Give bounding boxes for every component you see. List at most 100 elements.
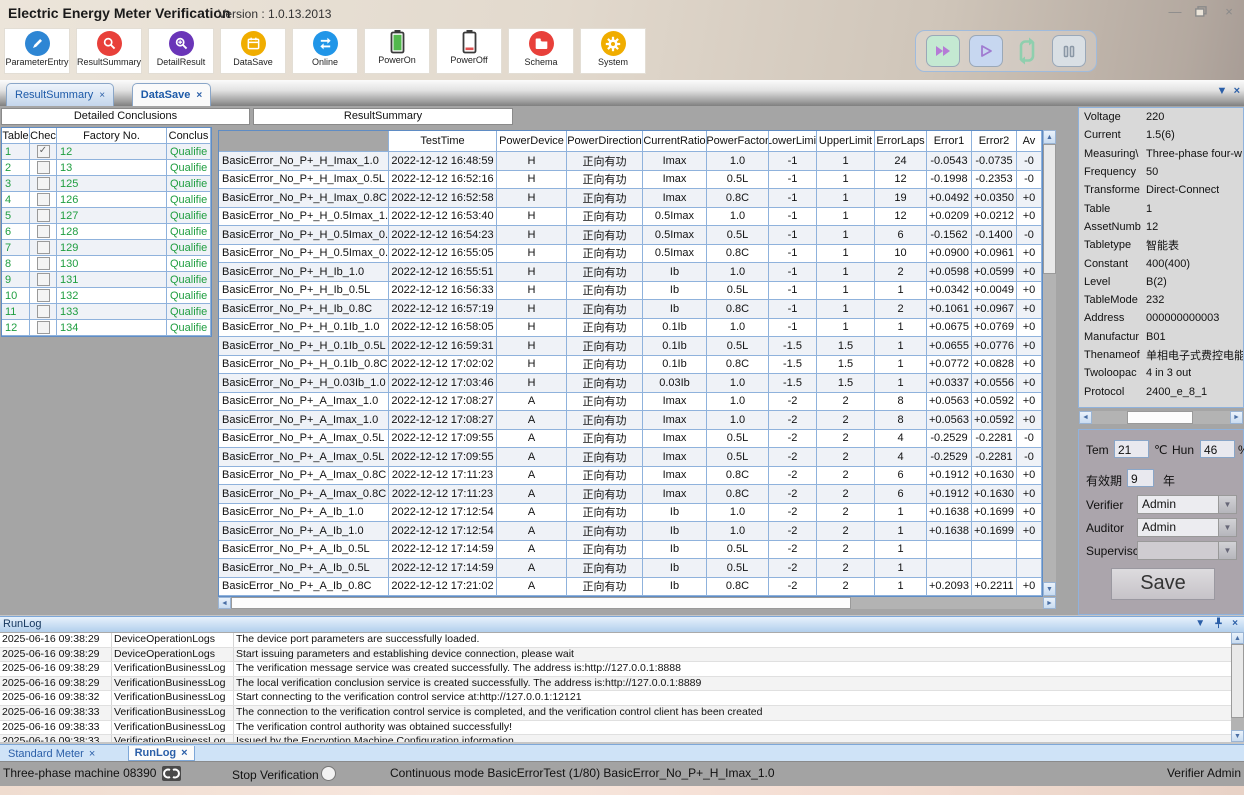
log-row[interactable]: 2025-06-16 09:38:33VerificationBusinessL… — [0, 706, 1231, 721]
log-row[interactable]: 2025-06-16 09:38:33VerificationBusinessL… — [0, 721, 1231, 736]
conclusion-row[interactable]: 6128Qualifie — [2, 224, 211, 240]
column-header[interactable]: LowerLimit — [769, 131, 817, 152]
result-row[interactable]: BasicError_No_P+_A_Imax_0.8C2022-12-12 1… — [219, 467, 1042, 486]
verifier-dropdown[interactable]: Admin ▼ — [1137, 495, 1237, 514]
toolbar-detailresult-button[interactable]: DetailResult — [148, 28, 214, 74]
result-row[interactable]: BasicError_No_P+_H_Imax_0.5L2022-12-12 1… — [219, 171, 1042, 190]
column-header[interactable]: Table — [2, 128, 30, 144]
properties-hscrollbar[interactable]: ◄ ► — [1079, 411, 1243, 424]
column-header[interactable] — [219, 131, 389, 152]
auditor-dropdown[interactable]: Admin ▼ — [1137, 518, 1237, 537]
result-row[interactable]: BasicError_No_P+_A_Ib_0.5L2022-12-12 17:… — [219, 541, 1042, 560]
result-row[interactable]: BasicError_No_P+_A_Imax_0.5L2022-12-12 1… — [219, 430, 1042, 449]
chevron-down-icon[interactable]: ▼ — [1218, 542, 1236, 559]
tab-close-icon[interactable]: × — [89, 748, 95, 760]
conclusion-row[interactable]: 5127Qualifie — [2, 208, 211, 224]
toolbar-poweroff-button[interactable]: PowerOff — [436, 28, 502, 74]
row-checkbox[interactable] — [37, 289, 50, 302]
result-row[interactable]: BasicError_No_P+_H_Ib_0.8C2022-12-12 16:… — [219, 300, 1042, 319]
scroll-down-icon[interactable]: ▼ — [1231, 730, 1244, 742]
result-row[interactable]: BasicError_No_P+_H_0.1Ib_0.5L2022-12-12 … — [219, 337, 1042, 356]
conclusion-row[interactable]: 7129Qualifie — [2, 240, 211, 256]
row-checkbox[interactable] — [37, 305, 50, 318]
maximize-icon[interactable] — [1190, 4, 1212, 20]
result-row[interactable]: BasicError_No_P+_H_0.5Imax_1.02022-12-12… — [219, 208, 1042, 227]
pause-button[interactable] — [1052, 35, 1086, 67]
conclusion-row[interactable]: 3125Qualifie — [2, 176, 211, 192]
tab-close-icon[interactable]: × — [99, 90, 105, 101]
scroll-up-icon[interactable]: ▲ — [1231, 632, 1244, 644]
row-checkbox[interactable] — [37, 177, 50, 190]
column-header[interactable]: PowerDevice — [497, 131, 567, 152]
scroll-left-icon[interactable]: ◄ — [1079, 411, 1092, 424]
column-header[interactable]: Factory No. — [57, 128, 167, 144]
row-checkbox[interactable]: ✓ — [37, 145, 50, 158]
result-row[interactable]: BasicError_No_P+_H_0.5Imax_0.8C2022-12-1… — [219, 245, 1042, 264]
column-header[interactable]: Error1 — [927, 131, 972, 152]
scroll-left-icon[interactable]: ◄ — [218, 597, 231, 609]
supervisor-dropdown[interactable]: ▼ — [1137, 541, 1237, 560]
result-row[interactable]: BasicError_No_P+_H_0.1Ib_1.02022-12-12 1… — [219, 319, 1042, 338]
result-row[interactable]: BasicError_No_P+_H_0.5Imax_0.5L2022-12-1… — [219, 226, 1042, 245]
conclusion-row[interactable]: 8130Qualifie — [2, 256, 211, 272]
column-header[interactable]: UpperLimit — [817, 131, 875, 152]
column-header[interactable]: Conclus — [167, 128, 211, 144]
log-row[interactable]: 2025-06-16 09:38:29DeviceOperationLogsTh… — [0, 633, 1231, 648]
toolbar-datasave-button[interactable]: DataSave — [220, 28, 286, 74]
conclusion-row[interactable]: 1✓12Qualifie — [2, 144, 211, 160]
row-checkbox[interactable] — [37, 241, 50, 254]
validity-input[interactable]: 9 — [1127, 469, 1154, 487]
column-header[interactable]: PowerDirection — [567, 131, 643, 152]
result-row[interactable]: BasicError_No_P+_H_Ib_0.5L2022-12-12 16:… — [219, 282, 1042, 301]
column-header[interactable]: TestTime — [389, 131, 497, 152]
vscroll-thumb[interactable] — [1231, 644, 1244, 718]
tab-close-icon[interactable]: × — [1234, 85, 1240, 97]
conclusion-row[interactable]: 11133Qualifie — [2, 304, 211, 320]
bottom-tab-standard-meter[interactable]: Standard Meter× — [2, 746, 101, 761]
column-header[interactable]: PowerFactor — [707, 131, 769, 152]
hscroll-thumb[interactable] — [1127, 411, 1193, 424]
save-button[interactable]: Save — [1111, 568, 1215, 600]
result-row[interactable]: BasicError_No_P+_H_Imax_1.02022-12-12 16… — [219, 152, 1042, 171]
chevron-down-icon[interactable]: ▼ — [1218, 496, 1236, 513]
row-checkbox[interactable] — [37, 225, 50, 238]
column-header[interactable]: Av — [1017, 131, 1042, 152]
result-row[interactable]: BasicError_No_P+_A_Imax_1.02022-12-12 17… — [219, 411, 1042, 430]
result-row[interactable]: BasicError_No_P+_A_Ib_0.5L2022-12-12 17:… — [219, 559, 1042, 578]
result-row[interactable]: BasicError_No_P+_H_Imax_0.8C2022-12-12 1… — [219, 189, 1042, 208]
tab-close-icon[interactable]: × — [196, 90, 202, 101]
column-header[interactable]: Error2 — [972, 131, 1017, 152]
main-table-vscrollbar[interactable]: ▲ ▼ — [1043, 130, 1056, 596]
runlog-vscrollbar[interactable]: ▲ ▼ — [1231, 632, 1244, 742]
log-row[interactable]: 2025-06-16 09:38:32VerificationBusinessL… — [0, 691, 1231, 706]
column-header[interactable]: Chec — [30, 128, 57, 144]
tab-list-chevron-down-icon[interactable]: ▼ — [1217, 85, 1228, 97]
log-row[interactable]: 2025-06-16 09:38:33VerificationBusinessL… — [0, 735, 1231, 742]
row-checkbox[interactable] — [37, 273, 50, 286]
play-button[interactable] — [969, 35, 1003, 67]
result-row[interactable]: BasicError_No_P+_H_0.1Ib_0.8C2022-12-12 … — [219, 356, 1042, 375]
result-row[interactable]: BasicError_No_P+_H_Ib_1.02022-12-12 16:5… — [219, 263, 1042, 282]
bottom-tab-runlog[interactable]: RunLog× — [128, 746, 195, 761]
scroll-right-icon[interactable]: ► — [1230, 411, 1243, 424]
result-row[interactable]: BasicError_No_P+_A_Imax_1.02022-12-12 17… — [219, 393, 1042, 412]
toolbar-system-button[interactable]: System — [580, 28, 646, 74]
runlog-chevron-down-icon[interactable]: ▼ — [1195, 618, 1205, 629]
log-row[interactable]: 2025-06-16 09:38:29VerificationBusinessL… — [0, 662, 1231, 677]
column-header[interactable]: CurrentRatio — [643, 131, 707, 152]
tab-resultsummary[interactable]: ResultSummary× — [6, 83, 114, 106]
conclusion-row[interactable]: 4126Qualifie — [2, 192, 211, 208]
tab-close-icon[interactable]: × — [181, 747, 187, 759]
row-checkbox[interactable] — [37, 321, 50, 334]
hscroll-thumb[interactable] — [231, 597, 851, 609]
conclusion-row[interactable]: 12134Qualifie — [2, 320, 211, 336]
row-checkbox[interactable] — [37, 193, 50, 206]
stop-verification-label[interactable]: Stop Verification — [232, 766, 336, 782]
loop-button[interactable] — [1011, 36, 1043, 66]
result-row[interactable]: BasicError_No_P+_A_Ib_0.8C2022-12-12 17:… — [219, 578, 1042, 597]
result-row[interactable]: BasicError_No_P+_H_0.03Ib_1.02022-12-12 … — [219, 374, 1042, 393]
log-row[interactable]: 2025-06-16 09:38:29VerificationBusinessL… — [0, 677, 1231, 692]
chevron-down-icon[interactable]: ▼ — [1218, 519, 1236, 536]
runlog-close-icon[interactable]: × — [1232, 618, 1238, 629]
temperature-input[interactable]: 21 — [1114, 440, 1149, 458]
